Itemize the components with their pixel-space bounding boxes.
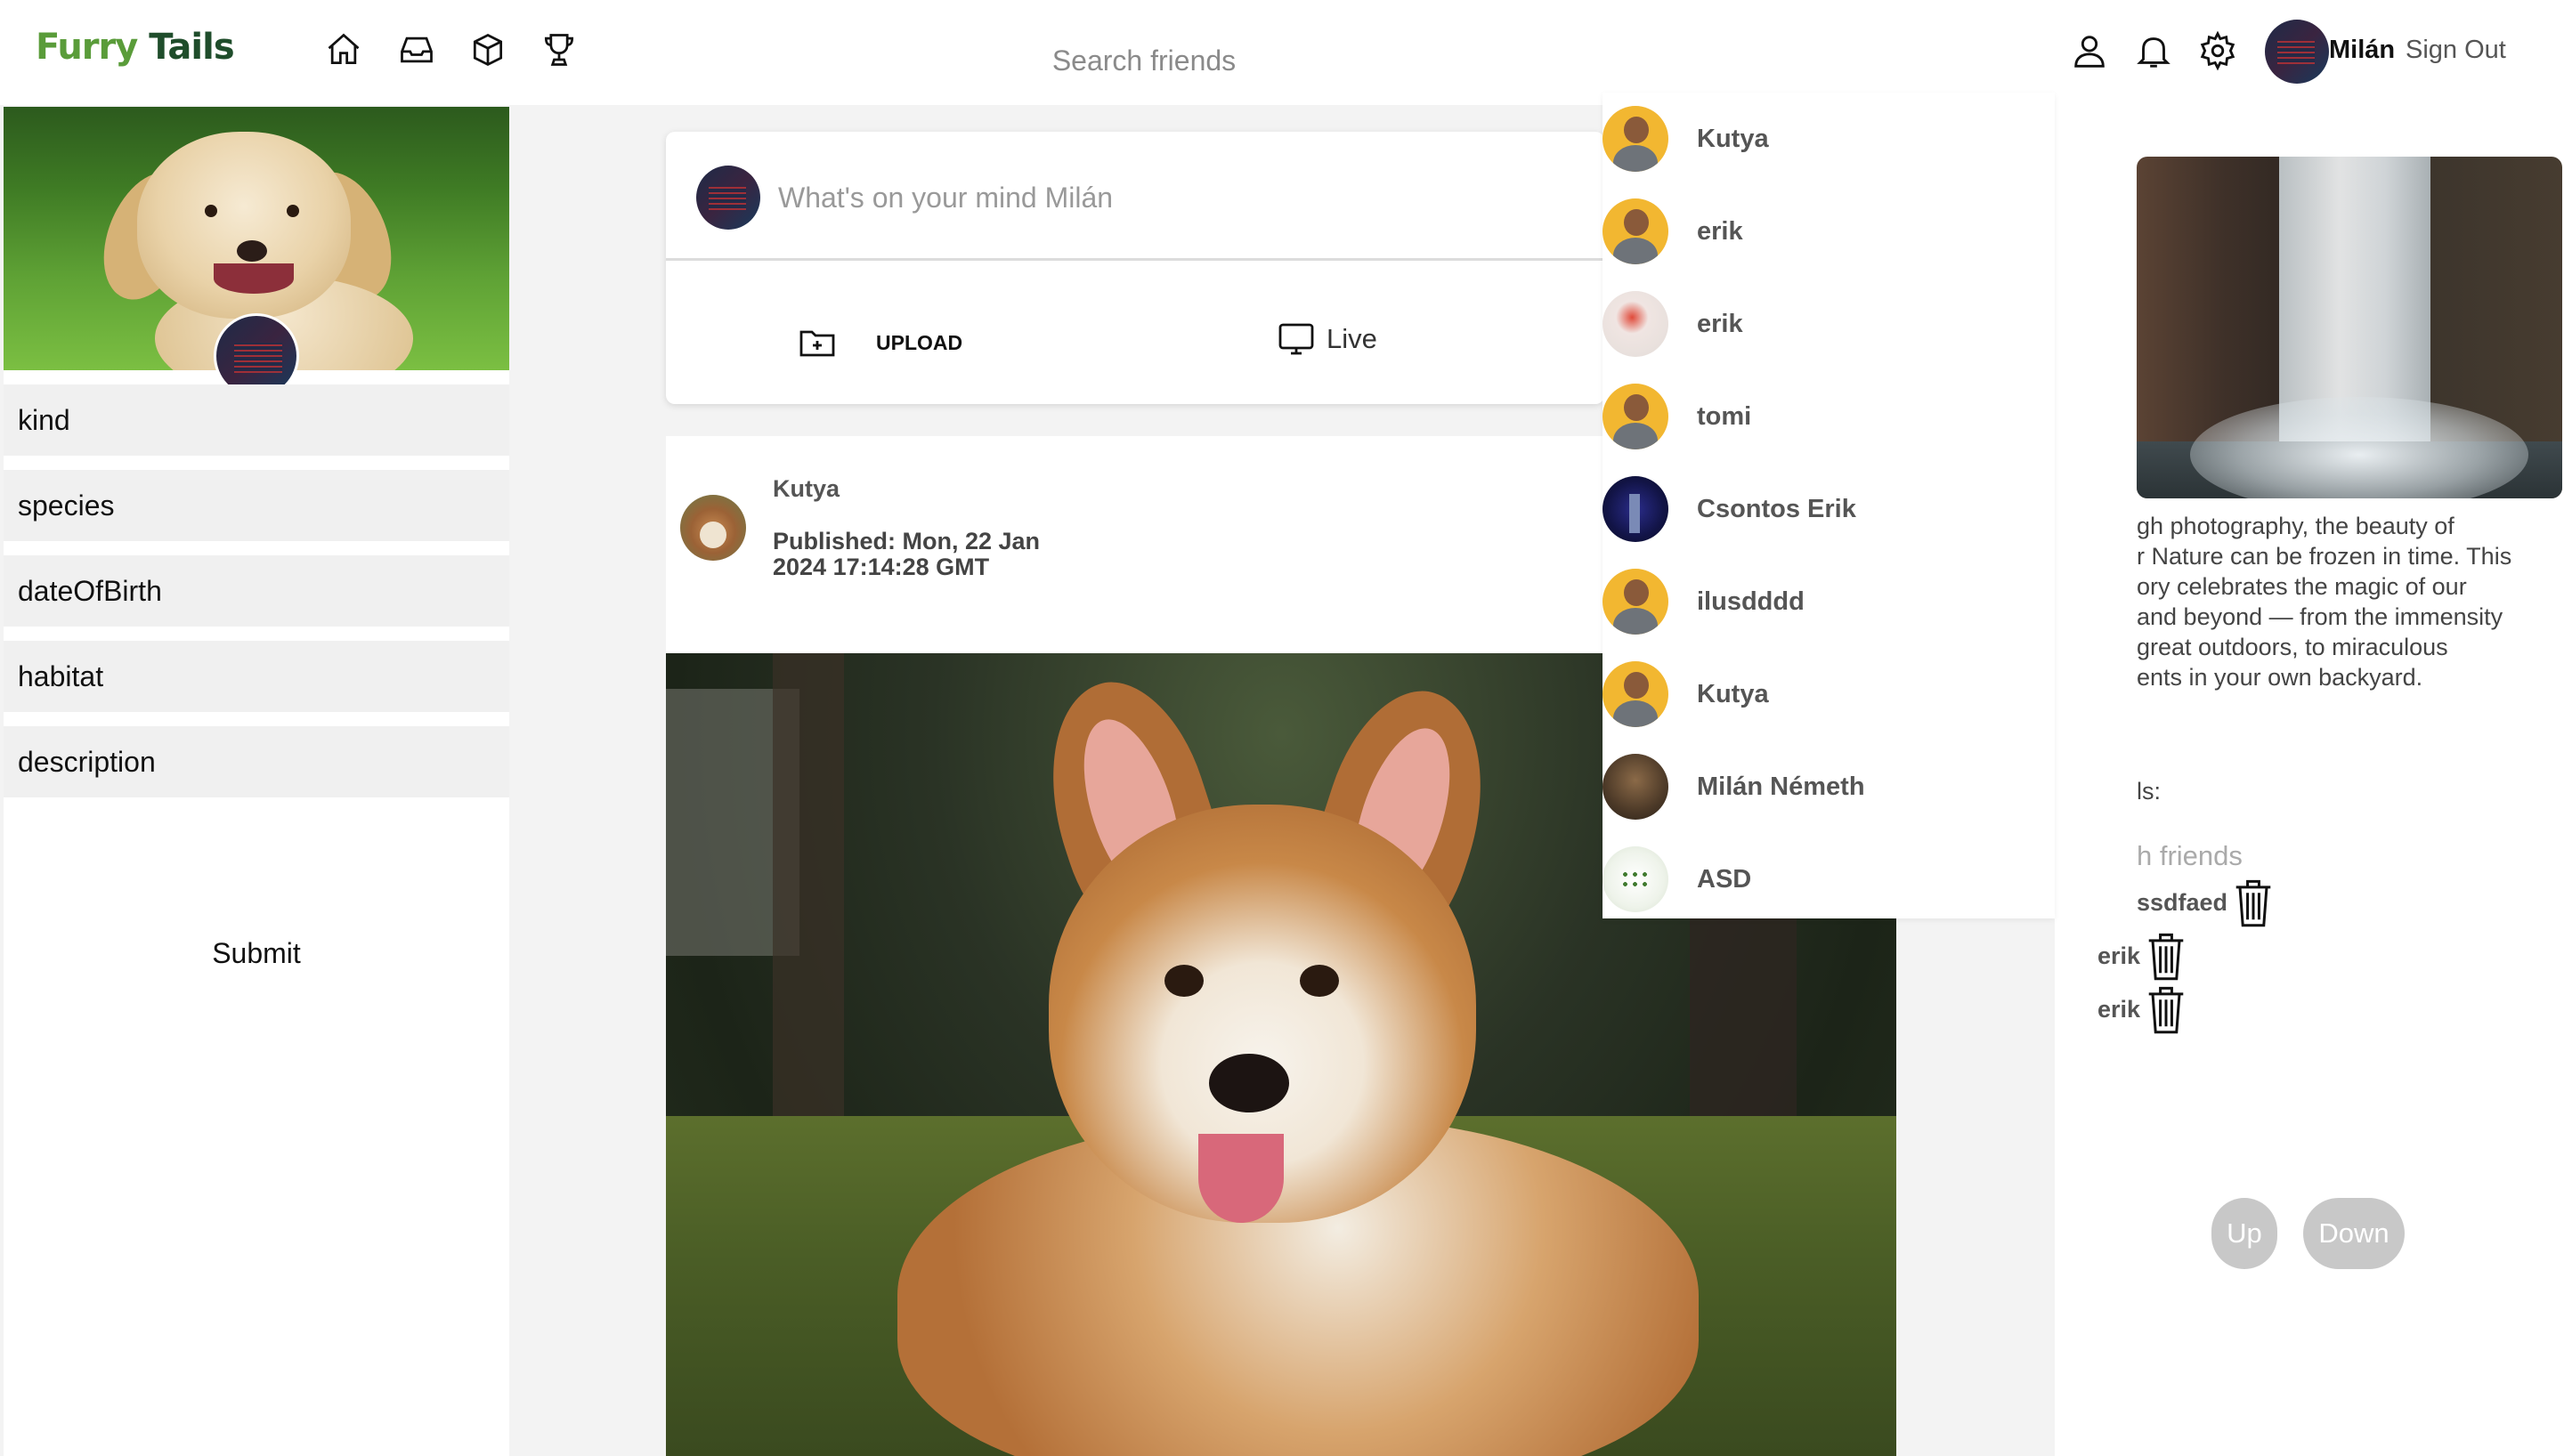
user-name[interactable]: Milán [2329, 36, 2395, 65]
composer-divider [666, 258, 1604, 261]
composer-avatar [696, 166, 760, 230]
app-logo[interactable]: Furry Tails [36, 27, 235, 68]
friend-name: ASD [1697, 864, 1752, 894]
friend-avatar [1602, 754, 1668, 820]
description-field[interactable] [4, 726, 509, 797]
friend-avatar [1602, 846, 1668, 912]
upload-button[interactable]: UPLOAD [796, 320, 962, 365]
friend-name: tomi [1697, 401, 1752, 431]
waterfall-image [2137, 157, 2562, 498]
friend-row: ssdfaed [2137, 876, 2277, 929]
friend-dropdown-item[interactable]: Kutya [1602, 93, 2055, 185]
post-composer: UPLOAD Live [666, 132, 1604, 404]
friend-dropdown-item[interactable]: tomi [1602, 370, 2055, 463]
friend-avatar [1602, 661, 1668, 727]
friend-avatar [1602, 476, 1668, 542]
corgi-eye-right [1300, 965, 1339, 997]
upload-label: UPLOAD [876, 330, 963, 354]
trash-icon[interactable] [2142, 929, 2190, 983]
logo-word-tails: Tails [137, 27, 234, 68]
post-author-name[interactable]: Kutya [773, 475, 840, 503]
friends-search-input[interactable] [2137, 838, 2404, 874]
friends-label: ls: [2137, 778, 2161, 805]
friend-name: Csontos Erik [1697, 494, 1856, 523]
waterfall-mist [2190, 397, 2528, 498]
user-avatar[interactable] [2265, 20, 2329, 84]
friend-dropdown-item[interactable]: ASD [1602, 833, 2055, 926]
friend-avatar [1602, 198, 1668, 264]
sign-out-link[interactable]: Sign Out [2406, 36, 2506, 65]
top-navbar: Furry Tails Milán Sign Out [0, 0, 2564, 105]
folder-plus-icon [799, 330, 835, 357]
friend-avatar [1602, 291, 1668, 357]
cover-dog-mouth [214, 263, 294, 294]
box-icon[interactable] [468, 30, 507, 69]
post-published-date: Published: Mon, 22 Jan 2024 17:14:28 GMT [773, 528, 1041, 580]
live-button[interactable]: Live [1275, 317, 1377, 361]
friend-name: erik [1697, 216, 1743, 246]
friend-dropdown-item[interactable]: Csontos Erik [1602, 463, 2055, 555]
friend-avatar [1602, 569, 1668, 635]
cover-dog-eye-left [205, 205, 217, 217]
friend-dropdown-item[interactable]: ilusdddd [1602, 555, 2055, 648]
home-icon[interactable] [324, 30, 363, 69]
inbox-icon[interactable] [397, 30, 436, 69]
trophy-icon[interactable] [540, 30, 579, 69]
friends-dropdown: Kutya erik erik tomi Csontos Erik ilusdddd Kut… [1602, 93, 2055, 918]
up-button[interactable]: Up [2211, 1198, 2277, 1269]
friend-name: ssdfaed [2137, 888, 2228, 916]
friend-dropdown-item[interactable]: Milán Németh [1602, 740, 2055, 833]
user-icon[interactable] [2069, 30, 2110, 71]
species-field[interactable] [4, 470, 509, 541]
monitor-icon [1278, 323, 1314, 355]
habitat-field[interactable] [4, 641, 509, 712]
friend-name: Kutya [1697, 124, 1769, 153]
friend-avatar [1602, 106, 1668, 172]
friend-dropdown-item[interactable]: Kutya [1602, 648, 2055, 740]
trash-icon[interactable] [2142, 983, 2190, 1036]
waterfall-description: gh photography, the beauty of r Nature c… [2137, 513, 2512, 691]
submit-button[interactable]: Submit [4, 913, 509, 993]
logo-word-furry: Furry [36, 27, 138, 68]
search-friends-input[interactable] [890, 36, 1398, 85]
gear-icon[interactable] [2197, 30, 2238, 71]
post-author-avatar[interactable] [680, 495, 746, 561]
cover-dog-eye-right [287, 205, 299, 217]
cover-dog-nose [237, 240, 267, 262]
trash-icon[interactable] [2229, 876, 2277, 929]
down-button[interactable]: Down [2303, 1198, 2405, 1269]
date-of-birth-field[interactable] [4, 555, 509, 627]
friend-dropdown-item[interactable]: erik [1602, 185, 2055, 278]
friend-name: ilusdddd [1697, 586, 1805, 616]
corgi-eye-left [1164, 965, 1204, 997]
right-panel: gh photography, the beauty of r Nature c… [2055, 105, 2564, 1456]
composer-input[interactable] [778, 171, 1579, 224]
friend-row: erik [2097, 929, 2190, 983]
corgi-tongue [1198, 1134, 1284, 1223]
friend-name: erik [2097, 995, 2141, 1023]
friend-dropdown-item[interactable]: erik [1602, 278, 2055, 370]
friend-name: erik [1697, 309, 1743, 338]
live-label: Live [1327, 323, 1377, 354]
friend-row: erik [2097, 983, 2190, 1036]
friend-name: Kutya [1697, 679, 1769, 708]
bg-tree [773, 653, 844, 1152]
corgi-nose [1209, 1054, 1289, 1112]
bell-icon[interactable] [2133, 30, 2174, 71]
friend-name: Milán Németh [1697, 772, 1865, 801]
friend-avatar [1602, 384, 1668, 449]
profile-sidebar: Submit [4, 107, 509, 1456]
friend-name: erik [2097, 942, 2141, 969]
kind-field[interactable] [4, 384, 509, 456]
